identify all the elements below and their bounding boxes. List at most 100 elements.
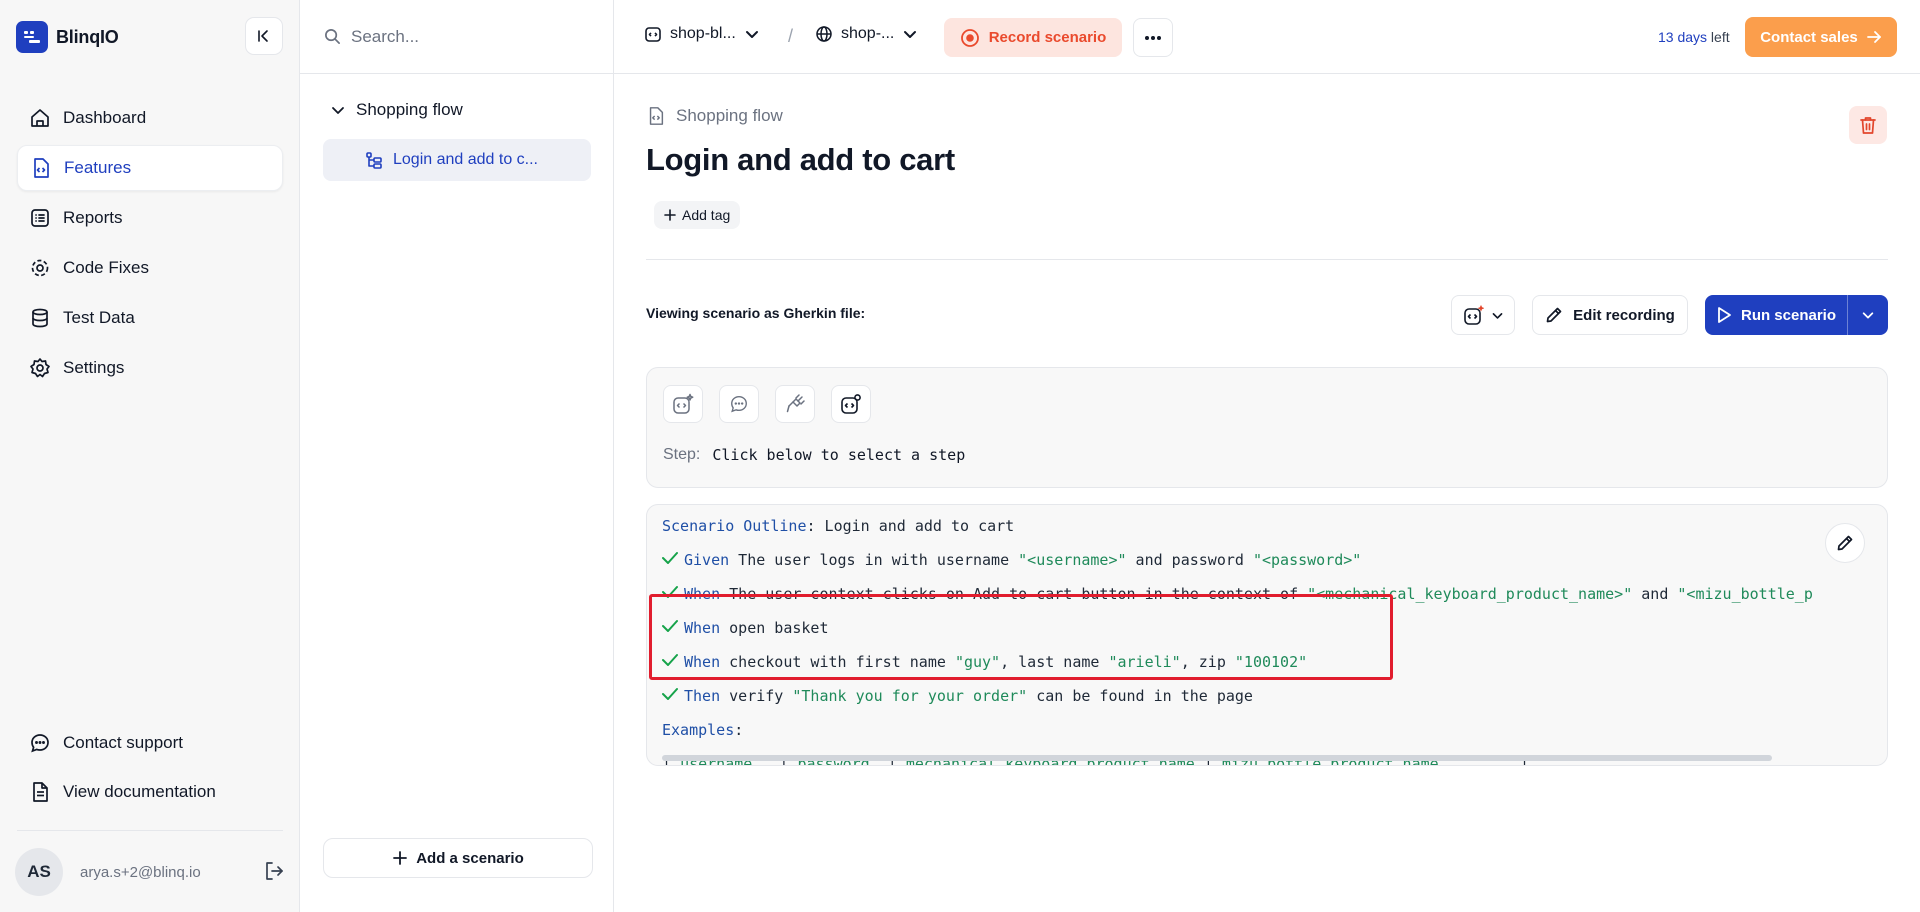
ai-generate-button[interactable] (663, 385, 703, 423)
sidebar-item-label: Reports (63, 208, 123, 227)
chevron-down-icon (745, 31, 758, 38)
brand-logo-icon (16, 21, 48, 53)
gherkin-keyword: When (684, 653, 721, 671)
check-icon (662, 551, 684, 565)
edit-gherkin-button[interactable] (1825, 523, 1865, 563)
top-bar: shop-bl... / shop-... Record scenario 13… (614, 0, 1920, 74)
gherkin-step-given[interactable]: Given The user logs in with username "<u… (662, 551, 1361, 573)
gherkin-step-when-checkout[interactable]: When checkout with first name "guy", las… (662, 653, 1307, 675)
sidebar-divider (17, 830, 283, 831)
plus-icon (393, 851, 408, 865)
sidebar: BlinqIO Dashboard Features Reports Code (0, 0, 300, 912)
gherkin-text: checkout with first name (720, 653, 955, 671)
home-icon (31, 109, 49, 127)
run-scenario-label: Run scenario (1740, 306, 1837, 324)
page-title: Login and add to cart (646, 142, 955, 177)
add-tag-button[interactable]: Add tag (654, 201, 741, 229)
collapse-sidebar-button[interactable] (245, 17, 283, 55)
gherkin-text: : Login and add to cart (806, 517, 1015, 535)
run-scenario-button[interactable]: Run scenario (1705, 295, 1847, 335)
project-selector[interactable]: shop-bl... (644, 25, 760, 43)
view-mode-dropdown[interactable] (1451, 295, 1515, 335)
code-settings-button[interactable] (831, 385, 871, 423)
sidebar-item-reports[interactable]: Reports (17, 195, 283, 241)
check-icon (662, 585, 684, 599)
gherkin-text: The user context clicks on Add to cart b… (720, 585, 1308, 603)
environment-selector[interactable]: shop-... (815, 25, 918, 43)
gherkin-string: "<mechanical_keyboard_product_name>" (1307, 585, 1633, 603)
sidebar-item-label: Settings (63, 358, 125, 377)
brand-name: BlinqIO (56, 26, 119, 47)
gherkin-keyword: Scenario Outline (662, 517, 807, 535)
run-scenario-split-button: Run scenario (1705, 295, 1888, 335)
trial-remaining: 13 days left (1658, 29, 1730, 45)
feature-name: Shopping flow (676, 106, 783, 125)
ai-code-icon (1463, 305, 1484, 325)
gherkin-text: can be found in the page (1027, 687, 1253, 705)
gherkin-string: "<password>" (1252, 551, 1362, 569)
tree-group-shopping-flow[interactable]: Shopping flow (330, 100, 463, 120)
scenario-steps-icon (366, 152, 382, 169)
avatar[interactable]: AS (15, 848, 63, 896)
sidebar-item-contact-support[interactable]: Contact support (17, 720, 283, 766)
database-icon (32, 308, 48, 328)
search-input[interactable] (351, 26, 591, 47)
pencil-icon (1546, 307, 1562, 323)
gherkin-text: and (1632, 585, 1678, 603)
app-root: BlinqIO Dashboard Features Reports Code (0, 0, 1920, 912)
run-options-dropdown[interactable] (1847, 295, 1888, 335)
gherkin-step-then-verify[interactable]: Then verify "Thank you for your order" c… (662, 687, 1253, 709)
sidebar-item-label: Features (64, 158, 132, 177)
tree-group-label: Shopping flow (356, 100, 463, 119)
gherkin-text: The user logs in with username (729, 551, 1019, 569)
pencil-icon (1837, 535, 1853, 551)
comment-button[interactable] (719, 385, 759, 423)
logout-button[interactable] (263, 860, 285, 882)
chat-icon (31, 734, 49, 753)
sidebar-item-features[interactable]: Features (17, 145, 283, 191)
contact-sales-button[interactable]: Contact sales (1745, 17, 1897, 57)
sidebar-item-label: Test Data (63, 308, 135, 327)
sidebar-item-label: Dashboard (63, 108, 147, 127)
gherkin-keyword: When (684, 619, 721, 637)
gherkin-editor[interactable]: Scenario Outline: Login and add to cart … (646, 504, 1888, 766)
gherkin-line-examples[interactable]: Examples: (662, 721, 743, 743)
settings-icon (30, 358, 50, 378)
globe-icon (816, 26, 832, 42)
connect-button[interactable] (775, 385, 815, 423)
logout-icon (266, 862, 283, 880)
feature-file-icon (34, 158, 49, 178)
gherkin-keyword: Examples (662, 721, 735, 739)
sidebar-item-label: Code Fixes (63, 258, 149, 277)
comment-icon (731, 396, 747, 413)
brand[interactable]: BlinqIO (16, 21, 119, 53)
gherkin-string: "<mizu_bottle_p (1677, 585, 1813, 603)
sidebar-item-test-data[interactable]: Test Data (17, 295, 283, 341)
trash-icon (1860, 117, 1876, 134)
feature-breadcrumb[interactable]: Shopping flow (646, 106, 783, 126)
delete-scenario-button[interactable] (1849, 106, 1887, 144)
gherkin-line-scenario[interactable]: Scenario Outline: Login and add to cart (662, 517, 1014, 539)
tree-item-scenario[interactable]: Login and add to c... (323, 139, 591, 181)
header-divider (646, 259, 1888, 260)
more-horizontal-icon (1145, 35, 1161, 40)
more-options-button[interactable] (1133, 18, 1173, 57)
gherkin-text: verify (720, 687, 793, 705)
sidebar-item-label: Contact support (63, 733, 184, 752)
sidebar-item-dashboard[interactable]: Dashboard (17, 95, 283, 141)
sidebar-item-view-documentation[interactable]: View documentation (17, 769, 283, 815)
add-scenario-button[interactable]: Add a scenario (323, 838, 593, 878)
record-scenario-button[interactable]: Record scenario (944, 18, 1122, 57)
gherkin-step-when-add-to-cart[interactable]: When The user context clicks on Add to c… (662, 585, 1813, 607)
gherkin-step-when-open-basket[interactable]: When open basket (662, 619, 829, 641)
horizontal-scrollbar[interactable] (662, 755, 1772, 761)
breadcrumb-separator: / (788, 26, 794, 46)
gherkin-text: : (734, 721, 744, 739)
contact-sales-label: Contact sales (1760, 28, 1858, 46)
sidebar-item-settings[interactable]: Settings (17, 345, 283, 391)
sidebar-item-code-fixes[interactable]: Code Fixes (17, 245, 283, 291)
play-icon (1718, 307, 1731, 323)
gherkin-text: , last name (1000, 653, 1109, 671)
trial-days: 13 days (1658, 29, 1708, 45)
edit-recording-button[interactable]: Edit recording (1532, 295, 1688, 335)
